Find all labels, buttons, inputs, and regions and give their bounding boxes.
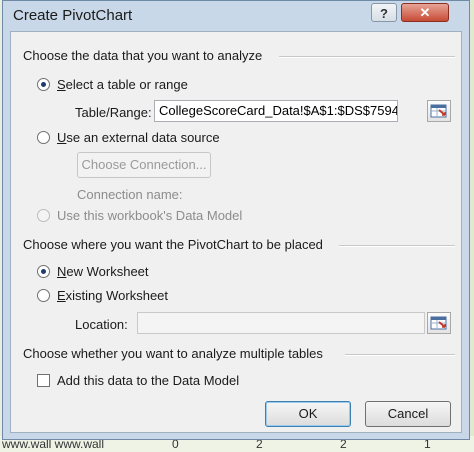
section-title-placement: Choose where you want the PivotChart to … bbox=[23, 237, 323, 252]
help-button[interactable]: ? bbox=[371, 3, 397, 22]
existing-worksheet-label[interactable]: Existing Worksheet bbox=[57, 288, 168, 303]
ok-button[interactable]: OK bbox=[265, 401, 351, 427]
existing-worksheet-radio[interactable] bbox=[37, 289, 50, 302]
dialog-title: Create PivotChart bbox=[13, 7, 133, 24]
add-data-model-label[interactable]: Add this data to the Data Model bbox=[57, 373, 239, 388]
section-divider bbox=[339, 245, 455, 247]
add-data-model-checkbox[interactable] bbox=[37, 374, 50, 387]
create-pivotchart-dialog: Create PivotChart ? ✕ Choose the data th… bbox=[2, 0, 470, 440]
choose-connection-button[interactable]: Choose Connection... bbox=[77, 152, 211, 178]
range-select-icon bbox=[430, 104, 447, 118]
table-range-input[interactable]: CollegeScoreCard_Data!$A$1:$DS$7594 bbox=[154, 100, 398, 122]
new-worksheet-label[interactable]: New Worksheet bbox=[57, 264, 149, 279]
range-picker-button[interactable] bbox=[427, 100, 451, 122]
connection-name-label: Connection name: bbox=[77, 187, 183, 202]
location-range-picker-button[interactable] bbox=[427, 312, 451, 334]
external-source-label[interactable]: Use an external data source bbox=[57, 130, 220, 145]
location-input[interactable] bbox=[137, 312, 425, 334]
location-label: Location: bbox=[75, 317, 128, 332]
table-range-label: Table/Range: bbox=[75, 105, 152, 120]
section-divider bbox=[345, 354, 455, 356]
range-select-icon bbox=[430, 316, 447, 330]
close-button[interactable]: ✕ bbox=[401, 3, 449, 22]
close-icon: ✕ bbox=[419, 5, 431, 20]
title-bar[interactable]: Create PivotChart ? ✕ bbox=[3, 1, 469, 31]
new-worksheet-radio[interactable] bbox=[37, 265, 50, 278]
data-model-label: Use this workbook's Data Model bbox=[57, 208, 243, 223]
data-model-radio[interactable] bbox=[37, 209, 50, 222]
external-source-radio[interactable] bbox=[37, 131, 50, 144]
section-title-data: Choose the data that you want to analyze bbox=[23, 48, 263, 63]
dialog-body: Choose the data that you want to analyze… bbox=[10, 31, 462, 433]
select-table-radio[interactable] bbox=[37, 78, 50, 91]
cancel-button[interactable]: Cancel bbox=[365, 401, 451, 427]
section-divider bbox=[279, 56, 455, 58]
section-title-multiple-tables: Choose whether you want to analyze multi… bbox=[23, 346, 323, 361]
select-table-label[interactable]: Select a table or range bbox=[57, 77, 188, 92]
